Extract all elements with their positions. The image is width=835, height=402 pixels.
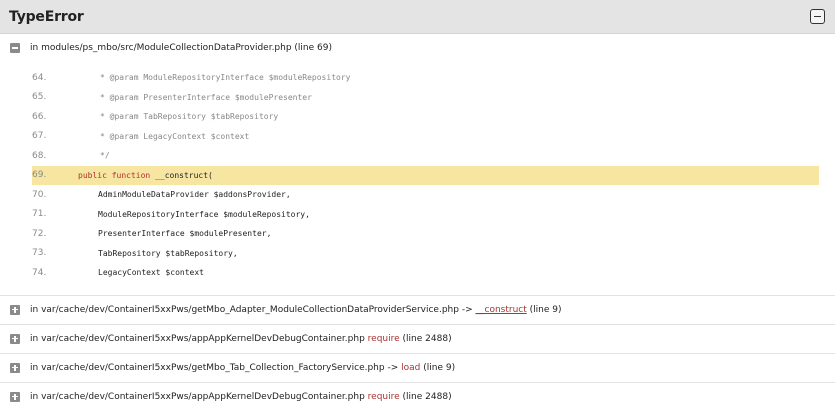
trace-location: in var/cache/dev/ContainerI5xxPws/getMbo… xyxy=(30,362,399,373)
code-text: __construct( xyxy=(150,170,213,180)
trace-function: __construct xyxy=(475,304,527,315)
code-text: TabRepository $tabRepository, xyxy=(98,248,238,258)
code-text: ModuleRepositoryInterface $moduleReposit… xyxy=(98,209,310,219)
error-header: TypeError xyxy=(0,0,835,34)
code-line: 74. LegacyContext $context xyxy=(32,263,819,283)
code-line: 66. * @param TabRepository $tabRepositor… xyxy=(32,107,819,127)
line-number: 64. xyxy=(32,72,47,83)
line-number: 74. xyxy=(32,267,47,278)
code-line: 68. */ xyxy=(32,146,819,166)
line-number: 68. xyxy=(32,150,47,161)
line-number: 67. xyxy=(32,131,47,142)
plus-icon[interactable] xyxy=(10,362,20,373)
code-line: 65. * @param PresenterInterface $moduleP… xyxy=(32,88,819,108)
plus-icon[interactable] xyxy=(10,391,20,402)
trace-header[interactable]: in var/cache/dev/ContainerI5xxPws/getMbo… xyxy=(0,354,835,382)
trace-header[interactable]: in var/cache/dev/ContainerI5xxPws/appApp… xyxy=(0,383,835,402)
trace-function: require xyxy=(367,391,400,402)
trace-location: in var/cache/dev/ContainerI5xxPws/appApp… xyxy=(30,391,365,402)
code-text: * @param LegacyContext $context xyxy=(100,131,250,141)
trace-item-1: in var/cache/dev/ContainerI5xxPws/getMbo… xyxy=(0,296,835,325)
trace-item-2: in var/cache/dev/ContainerI5xxPws/appApp… xyxy=(0,325,835,354)
line-number: 66. xyxy=(32,111,47,122)
trace-item-0: in modules/ps_mbo/src/ModuleCollectionDa… xyxy=(0,34,835,296)
plus-icon[interactable] xyxy=(10,333,20,344)
code-text: * @param ModuleRepositoryInterface $modu… xyxy=(100,73,351,83)
line-number: 69. xyxy=(32,170,47,181)
minus-icon[interactable] xyxy=(10,43,20,53)
trace-item-3: in var/cache/dev/ContainerI5xxPws/getMbo… xyxy=(0,354,835,383)
line-number: 73. xyxy=(32,248,47,259)
code-text: PresenterInterface $modulePresenter, xyxy=(98,229,272,239)
trace-line: (line 9) xyxy=(529,304,562,315)
code-line: 73. TabRepository $tabRepository, xyxy=(32,244,819,264)
code-line: 72. PresenterInterface $modulePresenter, xyxy=(32,224,819,244)
code-keyword: public function xyxy=(78,170,151,180)
line-number: 65. xyxy=(32,92,47,103)
line-number: 71. xyxy=(32,209,47,220)
code-line: 70. AdminModuleDataProvider $addonsProvi… xyxy=(32,185,819,205)
line-number: 70. xyxy=(32,189,47,200)
trace-header[interactable]: in var/cache/dev/ContainerI5xxPws/appApp… xyxy=(0,325,835,353)
trace-item-4: in var/cache/dev/ContainerI5xxPws/appApp… xyxy=(0,383,835,402)
trace-line: (line 9) xyxy=(423,362,456,373)
code-line: 67. * @param LegacyContext $context xyxy=(32,127,819,147)
plus-icon[interactable] xyxy=(10,304,20,315)
trace-header[interactable]: in modules/ps_mbo/src/ModuleCollectionDa… xyxy=(0,34,835,62)
code-line: 64. * @param ModuleRepositoryInterface $… xyxy=(32,68,819,88)
code-text: LegacyContext $context xyxy=(98,268,204,278)
code-line: 71. ModuleRepositoryInterface $moduleRep… xyxy=(32,205,819,225)
code-snippet: 64. * @param ModuleRepositoryInterface $… xyxy=(0,62,835,295)
trace-line: (line 2488) xyxy=(402,391,452,402)
trace-line: (line 2488) xyxy=(402,333,452,344)
code-text: * @param TabRepository $tabRepository xyxy=(100,112,279,122)
trace-location: in var/cache/dev/ContainerI5xxPws/appApp… xyxy=(30,333,365,344)
code-text: * @param PresenterInterface $modulePrese… xyxy=(100,92,312,102)
trace-location: in var/cache/dev/ContainerI5xxPws/getMbo… xyxy=(30,304,473,315)
code-line-highlighted: 69. public function __construct( xyxy=(32,165,819,185)
code-text: */ xyxy=(100,151,110,161)
line-number: 72. xyxy=(32,228,47,239)
trace-function: require xyxy=(367,333,400,344)
error-title: TypeError xyxy=(9,8,84,25)
collapse-all-icon[interactable] xyxy=(810,9,825,24)
trace-location: in modules/ps_mbo/src/ModuleCollectionDa… xyxy=(30,43,332,53)
trace-function: load xyxy=(401,362,421,373)
trace-header[interactable]: in var/cache/dev/ContainerI5xxPws/getMbo… xyxy=(0,296,835,324)
code-text: AdminModuleDataProvider $addonsProvider, xyxy=(98,190,291,200)
